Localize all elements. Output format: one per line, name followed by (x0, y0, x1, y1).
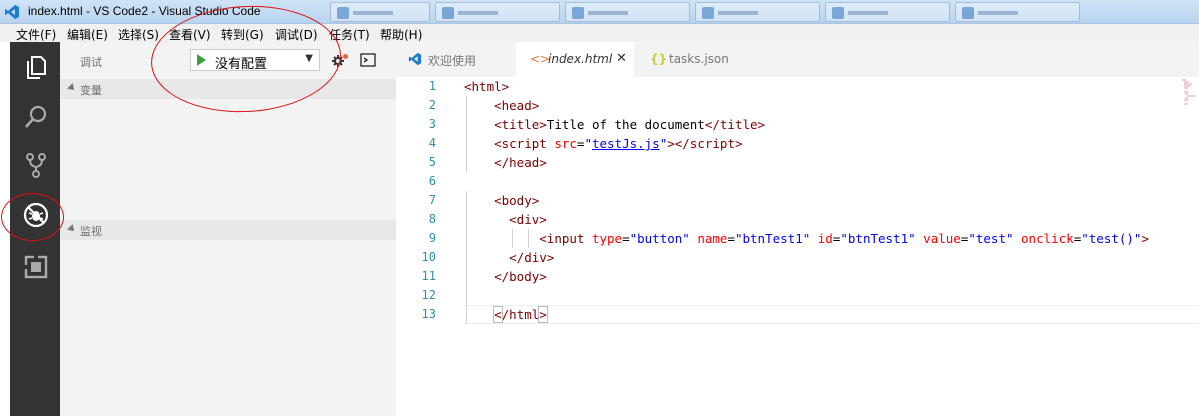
code-line: <div> (509, 212, 547, 227)
variables-label: 变量 (80, 84, 102, 97)
vscode-logo-icon (5, 5, 19, 19)
editor-tabs: 欢迎使用 <> index.html ✕ {} tasks.json (396, 42, 1199, 77)
search-button[interactable] (23, 104, 49, 130)
json-icon: {} (650, 52, 668, 66)
tab-label: index.html (548, 52, 613, 66)
title-bar: index.html - VS Code2 - Visual Studio Co… (0, 0, 1199, 24)
search-icon (25, 105, 47, 128)
browser-tab[interactable] (825, 2, 950, 22)
chevron-icon (67, 224, 77, 234)
menu-file[interactable]: 文件(F) (16, 26, 56, 43)
code-line: <title>Title of the document</title> (494, 117, 766, 132)
menu-edit[interactable]: 编辑(E) (67, 26, 108, 43)
extensions-button[interactable] (23, 254, 49, 280)
current-line-highlight (464, 305, 1199, 324)
line-number: 4 (428, 136, 436, 150)
tab-welcome[interactable]: 欢迎使用 (396, 42, 514, 77)
browser-tab[interactable] (695, 2, 820, 22)
line-number: 13 (421, 307, 436, 321)
watch-section-header[interactable]: 监视 (60, 220, 396, 240)
line-number: 10 (421, 250, 436, 264)
line-number: 7 (428, 193, 436, 207)
code-line: <input type="button" name="btnTest1" id=… (539, 231, 1149, 246)
code-line: </head> (494, 155, 547, 170)
line-number: 11 (421, 269, 436, 283)
extensions-icon (24, 255, 48, 279)
line-number: 9 (428, 231, 436, 245)
annotation-circle (1, 193, 64, 241)
code-line: <html> (464, 79, 510, 94)
code-editor[interactable]: 1 2 3 4 5 6 7 8 9 10 11 12 13 <html> <he… (396, 77, 1199, 416)
code-line: </div> (509, 250, 555, 265)
tab-index-html[interactable]: <> index.html ✕ (516, 42, 634, 77)
code-line: <head> (494, 98, 540, 113)
debug-console-icon[interactable] (360, 53, 376, 67)
menu-help[interactable]: 帮助(H) (380, 26, 422, 43)
browser-tab[interactable] (330, 2, 430, 22)
close-icon[interactable]: ✕ (616, 51, 627, 66)
code-line: </body> (494, 269, 547, 284)
line-number: 5 (428, 155, 436, 169)
code-line: <script src="testJs.js"></script> (494, 136, 743, 151)
browser-tab[interactable] (955, 2, 1080, 22)
line-number: 6 (428, 174, 436, 188)
files-icon (27, 56, 46, 79)
code-line: </html> (493, 306, 548, 323)
line-number: 1 (428, 79, 436, 93)
tab-label: 欢迎使用 (428, 54, 477, 68)
vscode-icon (408, 52, 422, 66)
browser-tab[interactable] (565, 2, 690, 22)
browser-tab[interactable] (435, 2, 560, 22)
tab-tasks-json[interactable]: {} tasks.json (636, 42, 754, 77)
menu-selection[interactable]: 选择(S) (118, 26, 159, 43)
chevron-icon (67, 83, 77, 93)
tab-label: tasks.json (669, 52, 729, 66)
debug-title: 调试 (80, 56, 102, 69)
source-control-button[interactable] (23, 152, 49, 178)
line-number: 12 (421, 288, 436, 302)
line-number: 2 (428, 98, 436, 112)
explorer-button[interactable] (23, 54, 49, 80)
minimap[interactable] (1182, 79, 1196, 109)
source-control-icon (26, 153, 46, 178)
code-line: <body> (494, 193, 540, 208)
watch-label: 监视 (80, 225, 102, 238)
line-number: 8 (428, 212, 436, 226)
line-number: 3 (428, 117, 436, 131)
